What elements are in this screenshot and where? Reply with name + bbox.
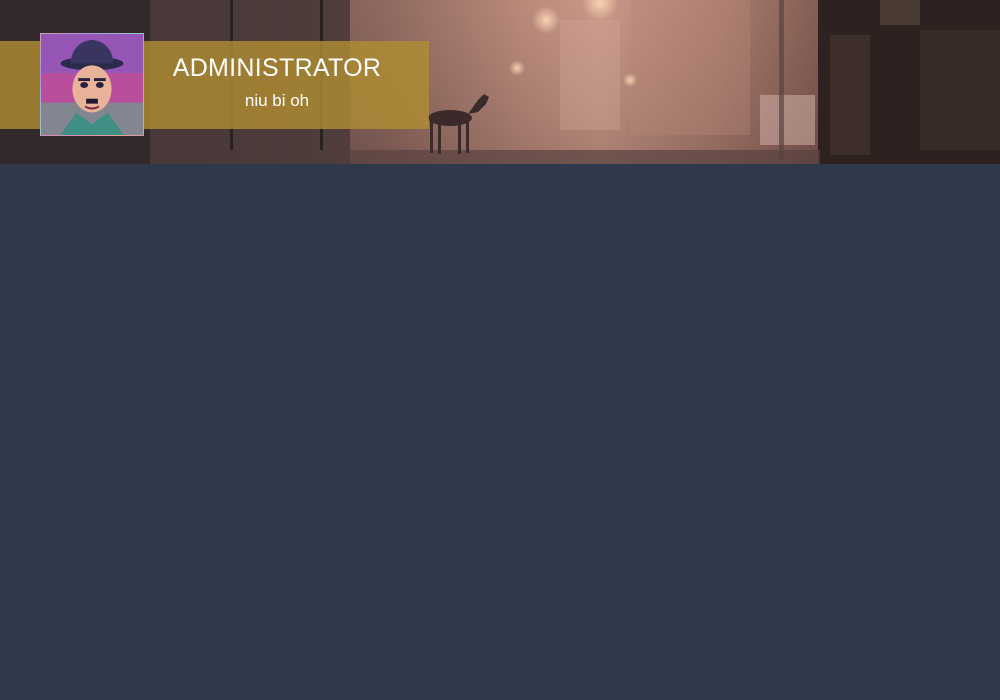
- profile-header: ADMINISTRATOR niu bi oh: [0, 0, 1000, 164]
- app-page: ADMINISTRATOR niu bi oh: [0, 0, 1000, 700]
- avatar[interactable]: [40, 33, 144, 136]
- main-content-area: [0, 164, 1000, 700]
- avatar-portrait-image: [41, 34, 143, 135]
- user-title: ADMINISTRATOR: [172, 54, 382, 82]
- user-subtitle: niu bi oh: [244, 91, 310, 110]
